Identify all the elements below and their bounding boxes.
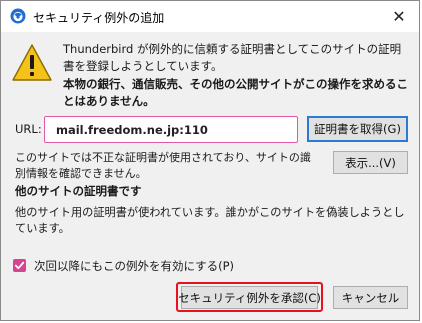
other-site-heading: 他のサイトの証明書です [15,184,142,198]
title-bar: セキュリティ例外の追加 ✕ [1,1,419,32]
checkmark-icon [14,256,25,275]
get-certificate-button[interactable]: 証明書を取得(G) [307,116,408,142]
url-label: URL: [15,122,42,136]
close-button[interactable]: ✕ [385,4,413,28]
permanent-exception-checkbox[interactable] [13,259,26,272]
permanent-exception-label[interactable]: 次回以降にもこの例外を有効にする(P) [34,258,234,274]
warning-message: Thunderbird が例外的に信頼する証明書としてこのサイトの証明書を登録し… [63,41,411,110]
dialog-window: セキュリティ例外の追加 ✕ Thunderbird が例外的に信頼する証明書とし… [0,0,420,321]
close-icon: ✕ [392,6,406,26]
warning-icon [11,43,53,83]
url-input[interactable] [44,116,298,143]
window-title: セキュリティ例外の追加 [33,11,165,25]
thunderbird-icon [10,8,26,24]
certificate-status-text: このサイトでは不正な証明書が使用されており、サイトの識別情報を確認できません。 [15,151,311,180]
confirm-exception-button[interactable]: セキュリティ例外を承認(C) [178,286,321,309]
cancel-button[interactable]: キャンセル [333,286,408,309]
other-site-description: 他のサイト用の証明書が使われています。誰かがこのサイトを偽装しようとしています。 [15,206,405,235]
warning-text: Thunderbird が例外的に信頼する証明書としてこのサイトの証明書を登録し… [63,42,402,73]
warning-text-bold: 本物の銀行、通信販売、その他の公開サイトがこの操作を求めることはありません。 [63,77,408,108]
view-certificate-button[interactable]: 表示...(V) [333,151,408,174]
